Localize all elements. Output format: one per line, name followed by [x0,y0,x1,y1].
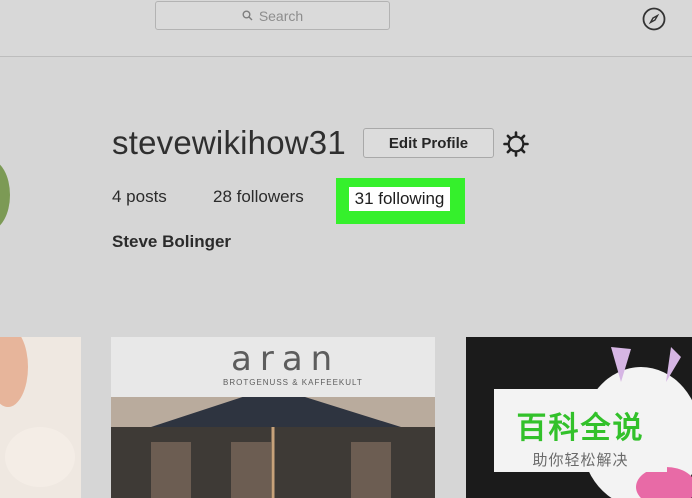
gear-icon[interactable] [502,130,530,158]
post-image-1 [0,337,81,498]
posts-count: 4 posts [112,187,167,206]
search-input[interactable]: Search [155,1,390,30]
search-placeholder: Search [258,7,304,24]
post-image-2-facade [111,387,435,498]
profile-full-name: Steve Bolinger [112,232,232,251]
watermark-subtitle: 助你轻松解决 [532,452,629,469]
post-thumbnail-2[interactable]: aran BROTGENUSS & KAFFEEKULT [111,337,435,498]
followers-link[interactable]: 28 followers [213,187,304,207]
post-image-2-sign: aran BROTGENUSS & KAFFEEKULT [111,337,435,397]
avatar[interactable] [0,160,10,230]
post-thumbnail-1[interactable] [0,337,81,498]
edit-profile-button[interactable]: Edit Profile [363,128,494,158]
watermark-logo: 百科全说 助你轻松解决 [494,389,667,472]
watermark-title: 百科全说 [516,412,645,445]
compass-icon[interactable] [642,7,666,31]
following-link[interactable]: 31 following [349,187,450,211]
top-bar: Search [0,0,692,57]
sign-subtitle: BROTGENUSS & KAFFEEKULT [223,378,363,387]
sign-word: aran [231,339,341,379]
profile-username: stevewikihow31 [112,124,346,161]
search-icon [242,10,253,21]
